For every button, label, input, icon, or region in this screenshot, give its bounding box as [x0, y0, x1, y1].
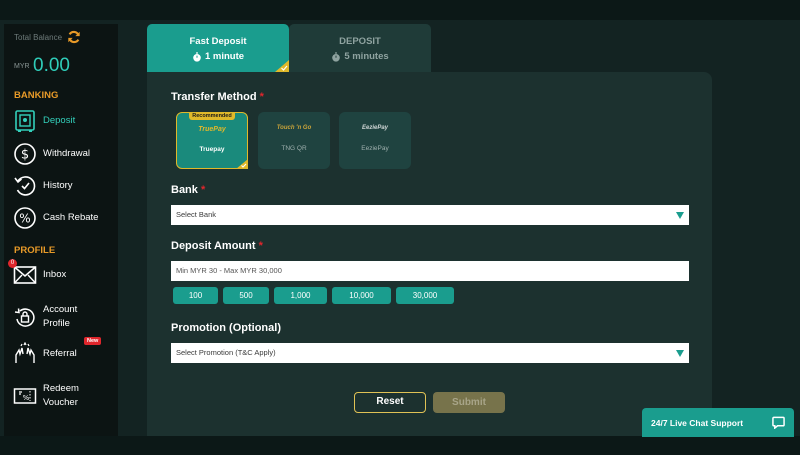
tab-label: DEPOSIT — [339, 36, 381, 47]
sidebar-item-history[interactable]: History — [13, 172, 113, 200]
amount-button-1000[interactable]: 1,000 — [274, 287, 327, 304]
sidebar-item-label: Account Profile — [43, 304, 78, 329]
sidebar-item-cash-rebate[interactable]: % Cash Rebate — [13, 204, 113, 232]
method-tng-qr[interactable]: Touch 'n Go TNG QR — [258, 112, 330, 169]
stopwatch-icon — [332, 51, 341, 62]
sidebar-item-label: Redeem Voucher — [43, 383, 79, 408]
svg-text:$: $ — [21, 148, 29, 163]
method-name: TNG QR — [281, 145, 307, 152]
sidebar-item-account-profile[interactable]: Account Profile — [13, 300, 113, 334]
promotion-label: Promotion (Optional) — [171, 322, 281, 334]
bank-label: Bank * — [171, 184, 206, 196]
dollar-icon: $ — [14, 143, 36, 165]
submit-button[interactable]: Submit — [433, 392, 505, 413]
history-icon — [14, 176, 36, 196]
method-eeziepay[interactable]: EeziePay EeziePay — [339, 112, 411, 169]
sidebar-item-deposit[interactable]: Deposit — [13, 107, 113, 135]
tab-time: 5 minutes — [344, 51, 389, 62]
transfer-method-label: Transfer Method * — [171, 91, 264, 103]
recommended-tag: Recommended — [189, 112, 235, 120]
sidebar-item-label: Deposit — [43, 115, 76, 126]
refresh-icon[interactable] — [67, 30, 81, 44]
amount-button-10000[interactable]: 10,000 — [332, 287, 391, 304]
method-truepay[interactable]: Recommended TruePay Truepay — [176, 112, 248, 169]
promotion-select-value: Select Promotion (T&C Apply) — [176, 348, 276, 357]
profile-title: PROFILE — [14, 245, 56, 256]
stopwatch-icon — [193, 51, 201, 62]
check-corner-icon — [236, 159, 248, 169]
bank-select[interactable]: Select Bank — [171, 205, 689, 225]
tab-time: 1 minute — [204, 51, 245, 62]
mail-icon: 0 — [8, 259, 37, 287]
chat-bubble-icon — [772, 416, 785, 429]
sidebar: Total Balance MYR 0.00 BANKING Deposit $… — [4, 24, 118, 436]
sidebar-item-redeem-voucher[interactable]: % Redeem Voucher — [13, 379, 113, 413]
bank-select-value: Select Bank — [176, 210, 217, 219]
amount-button-100[interactable]: 100 — [173, 287, 218, 304]
amount-button-30000[interactable]: 30,000 — [396, 287, 454, 304]
currency-label: MYR — [14, 63, 30, 70]
bottom-bar — [0, 436, 800, 455]
check-corner-icon — [275, 60, 289, 72]
inbox-count-badge: 0 — [8, 259, 17, 268]
dropdown-arrow-icon — [676, 350, 684, 357]
balance-label: Total Balance — [14, 33, 63, 42]
reset-button[interactable]: Reset — [354, 392, 426, 413]
method-name: EeziePay — [361, 145, 389, 152]
tab-deposit[interactable]: DEPOSIT 5 minutes — [289, 24, 431, 72]
promotion-select[interactable]: Select Promotion (T&C Apply) — [171, 343, 689, 363]
deposit-amount-input[interactable]: Min MYR 30 - Max MYR 30,000 — [171, 261, 689, 281]
top-bar — [0, 0, 800, 20]
tab-fast-deposit[interactable]: Fast Deposit 1 minute — [147, 24, 289, 72]
deposit-amount-label: Deposit Amount * — [171, 240, 263, 252]
sidebar-item-withdrawal[interactable]: $ Withdrawal — [13, 140, 113, 168]
live-chat-label: 24/7 Live Chat Support — [651, 417, 744, 428]
balance-value: 0.00 — [33, 55, 70, 76]
deposit-form-panel: Transfer Method * Recommended TruePay Tr… — [147, 72, 712, 436]
sidebar-item-label: History — [43, 180, 73, 191]
amount-button-500[interactable]: 500 — [223, 287, 269, 304]
truepay-logo: TruePay — [198, 126, 226, 133]
safe-icon — [15, 110, 35, 132]
percent-icon: % — [14, 207, 36, 229]
sidebar-item-label: Inbox — [43, 269, 67, 280]
new-badge: New — [84, 337, 102, 345]
hands-icon — [15, 342, 35, 363]
eeziepay-logo: EeziePay — [361, 125, 389, 131]
live-chat-button[interactable]: 24/7 Live Chat Support — [642, 408, 794, 437]
sidebar-item-inbox[interactable]: 0 Inbox — [8, 259, 113, 289]
banking-title: BANKING — [14, 90, 59, 101]
tng-logo: Touch 'n Go — [276, 125, 312, 131]
sidebar-item-label: Withdrawal — [43, 148, 90, 159]
voucher-icon: % — [13, 388, 37, 404]
sidebar-item-referral[interactable]: Referral New — [13, 337, 113, 368]
deposit-amount-placeholder: Min MYR 30 - Max MYR 30,000 — [176, 266, 282, 275]
lock-icon — [14, 308, 35, 327]
method-name: Truepay — [199, 146, 225, 153]
sidebar-item-label: Referral — [43, 348, 77, 359]
svg-text:%: % — [19, 212, 30, 226]
dropdown-arrow-icon — [676, 212, 684, 219]
svg-text:%: % — [23, 394, 30, 402]
sidebar-item-label: Cash Rebate — [43, 212, 99, 223]
tab-label: Fast Deposit — [189, 36, 247, 47]
